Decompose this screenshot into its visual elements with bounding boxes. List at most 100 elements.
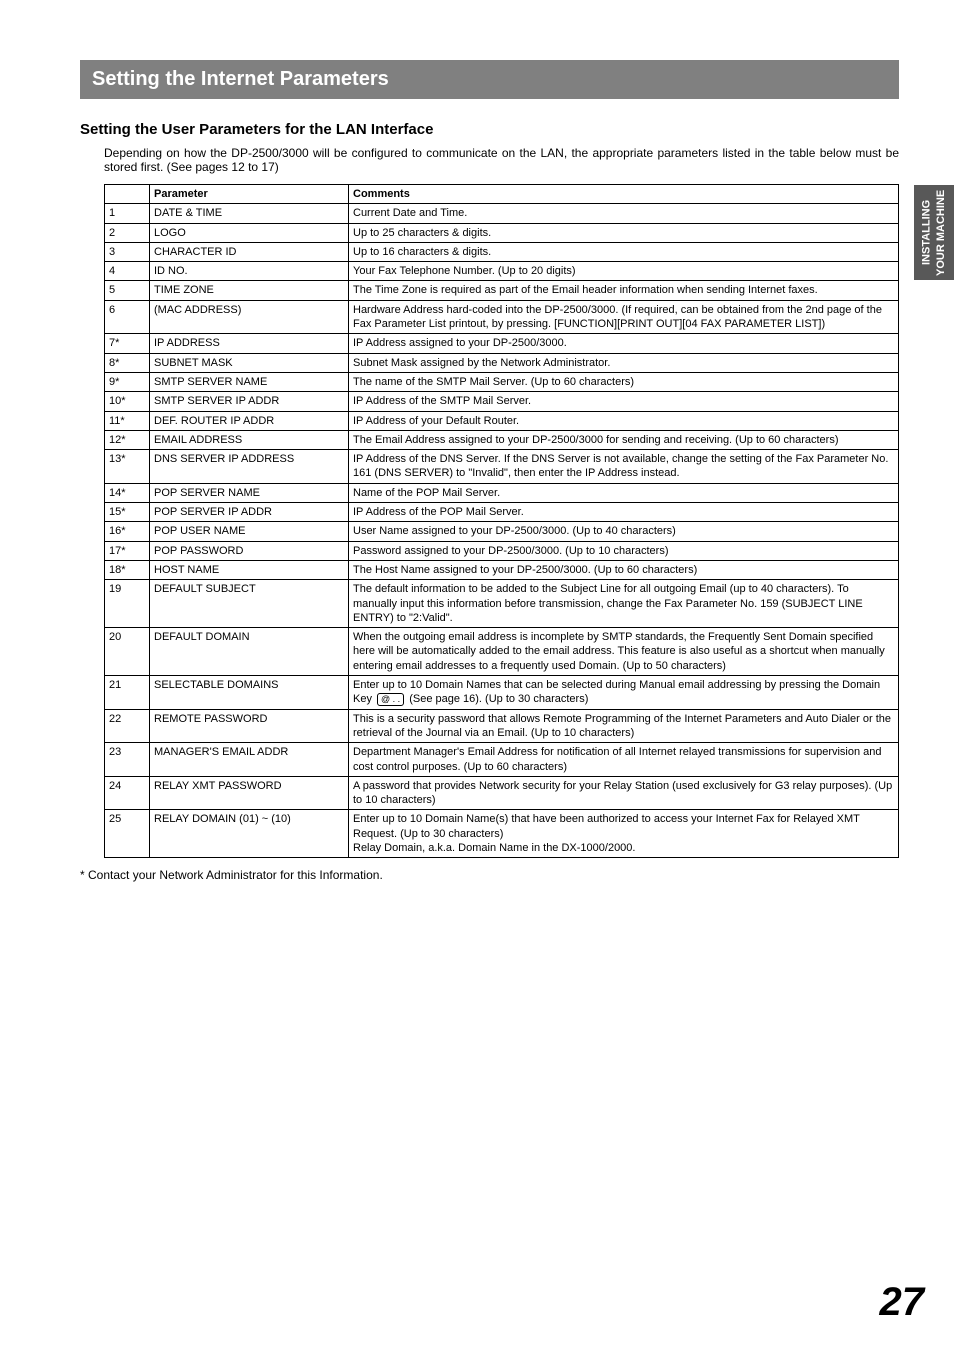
header-parameter: Parameter: [150, 185, 349, 204]
row-parameter: RELAY XMT PASSWORD: [150, 776, 349, 810]
row-parameter: SMTP SERVER NAME: [150, 372, 349, 391]
domain-key-icon: @ . .: [377, 693, 404, 707]
row-parameter: POP SERVER NAME: [150, 483, 349, 502]
table-row: 15*POP SERVER IP ADDRIP Address of the P…: [105, 503, 899, 522]
row-comments: IP Address assigned to your DP-2500/3000…: [349, 334, 899, 353]
table-row: 1DATE & TIMECurrent Date and Time.: [105, 204, 899, 223]
row-number: 22: [105, 709, 150, 743]
table-row: 16*POP USER NAMEUser Name assigned to yo…: [105, 522, 899, 541]
row-comments: IP Address of the POP Mail Server.: [349, 503, 899, 522]
row-comments: Current Date and Time.: [349, 204, 899, 223]
row-number: 24: [105, 776, 150, 810]
table-row: 22REMOTE PASSWORDThis is a security pass…: [105, 709, 899, 743]
row-comments: When the outgoing email address is incom…: [349, 628, 899, 676]
row-parameter: POP USER NAME: [150, 522, 349, 541]
row-parameter: EMAIL ADDRESS: [150, 430, 349, 449]
parameters-table: Parameter Comments 1DATE & TIMECurrent D…: [104, 184, 899, 858]
row-comments: Password assigned to your DP-2500/3000. …: [349, 541, 899, 560]
row-number: 21: [105, 676, 150, 710]
row-parameter: DEFAULT SUBJECT: [150, 580, 349, 628]
section-title-bar: Setting the Internet Parameters: [80, 60, 899, 99]
row-parameter: DNS SERVER IP ADDRESS: [150, 450, 349, 484]
row-number: 16*: [105, 522, 150, 541]
sub-heading: Setting the User Parameters for the LAN …: [80, 121, 899, 138]
intro-text: Depending on how the DP-2500/3000 will b…: [80, 146, 899, 174]
row-parameter: MANAGER'S EMAIL ADDR: [150, 743, 349, 777]
row-comments: Hardware Address hard-coded into the DP-…: [349, 300, 899, 334]
row-number: 5: [105, 281, 150, 300]
row-number: 17*: [105, 541, 150, 560]
table-header-row: Parameter Comments: [105, 185, 899, 204]
table-row: 19DEFAULT SUBJECTThe default information…: [105, 580, 899, 628]
row-number: 7*: [105, 334, 150, 353]
row-number: 13*: [105, 450, 150, 484]
table-row: 12*EMAIL ADDRESSThe Email Address assign…: [105, 430, 899, 449]
row-comments: The default information to be added to t…: [349, 580, 899, 628]
row-number: 12*: [105, 430, 150, 449]
table-row: 10*SMTP SERVER IP ADDRIP Address of the …: [105, 392, 899, 411]
row-number: 15*: [105, 503, 150, 522]
table-row: 20DEFAULT DOMAINWhen the outgoing email …: [105, 628, 899, 676]
row-comments: Up to 25 characters & digits.: [349, 223, 899, 242]
row-parameter: POP PASSWORD: [150, 541, 349, 560]
row-number: 6: [105, 300, 150, 334]
row-number: 11*: [105, 411, 150, 430]
row-number: 4: [105, 262, 150, 281]
row-comments: Up to 16 characters & digits.: [349, 242, 899, 261]
table-row: 25RELAY DOMAIN (01) ~ (10)Enter up to 10…: [105, 810, 899, 858]
row-number: 1: [105, 204, 150, 223]
table-row: 11*DEF. ROUTER IP ADDRIP Address of your…: [105, 411, 899, 430]
table-row: 13*DNS SERVER IP ADDRESSIP Address of th…: [105, 450, 899, 484]
table-row: 21SELECTABLE DOMAINSEnter up to 10 Domai…: [105, 676, 899, 710]
table-row: 18*HOST NAMEThe Host Name assigned to yo…: [105, 560, 899, 579]
row-number: 23: [105, 743, 150, 777]
row-number: 3: [105, 242, 150, 261]
row-parameter: DEF. ROUTER IP ADDR: [150, 411, 349, 430]
row-comments: The Host Name assigned to your DP-2500/3…: [349, 560, 899, 579]
table-row: 9*SMTP SERVER NAMEThe name of the SMTP M…: [105, 372, 899, 391]
row-number: 18*: [105, 560, 150, 579]
header-comments: Comments: [349, 185, 899, 204]
row-comments: IP Address of the SMTP Mail Server.: [349, 392, 899, 411]
table-row: 2LOGOUp to 25 characters & digits.: [105, 223, 899, 242]
row-comments: The name of the SMTP Mail Server. (Up to…: [349, 372, 899, 391]
row-number: 20: [105, 628, 150, 676]
table-row: 5TIME ZONEThe Time Zone is required as p…: [105, 281, 899, 300]
row-number: 25: [105, 810, 150, 858]
table-row: 14*POP SERVER NAMEName of the POP Mail S…: [105, 483, 899, 502]
row-comments: User Name assigned to your DP-2500/3000.…: [349, 522, 899, 541]
row-parameter: IP ADDRESS: [150, 334, 349, 353]
table-row: 17*POP PASSWORDPassword assigned to your…: [105, 541, 899, 560]
page-number: 27: [880, 1280, 925, 1325]
row-parameter: DATE & TIME: [150, 204, 349, 223]
row-parameter: RELAY DOMAIN (01) ~ (10): [150, 810, 349, 858]
row-number: 19: [105, 580, 150, 628]
row-parameter: SUBNET MASK: [150, 353, 349, 372]
row-parameter: POP SERVER IP ADDR: [150, 503, 349, 522]
row-comments: IP Address of the DNS Server. If the DNS…: [349, 450, 899, 484]
row-number: 10*: [105, 392, 150, 411]
row-comments: The Email Address assigned to your DP-25…: [349, 430, 899, 449]
row-comments: IP Address of your Default Router.: [349, 411, 899, 430]
row-parameter: ID NO.: [150, 262, 349, 281]
row-parameter: TIME ZONE: [150, 281, 349, 300]
row-parameter: LOGO: [150, 223, 349, 242]
table-row: 8*SUBNET MASKSubnet Mask assigned by the…: [105, 353, 899, 372]
row-parameter: REMOTE PASSWORD: [150, 709, 349, 743]
row-number: 9*: [105, 372, 150, 391]
table-row: 24RELAY XMT PASSWORDA password that prov…: [105, 776, 899, 810]
header-blank: [105, 185, 150, 204]
row-number: 2: [105, 223, 150, 242]
row-number: 14*: [105, 483, 150, 502]
table-row: 6(MAC ADDRESS)Hardware Address hard-code…: [105, 300, 899, 334]
row-comments: This is a security password that allows …: [349, 709, 899, 743]
row-comments: The Time Zone is required as part of the…: [349, 281, 899, 300]
row-comments: Name of the POP Mail Server.: [349, 483, 899, 502]
row-comments: Department Manager's Email Address for n…: [349, 743, 899, 777]
table-row: 23MANAGER'S EMAIL ADDRDepartment Manager…: [105, 743, 899, 777]
table-row: 4ID NO.Your Fax Telephone Number. (Up to…: [105, 262, 899, 281]
table-row: 7*IP ADDRESSIP Address assigned to your …: [105, 334, 899, 353]
row-parameter: DEFAULT DOMAIN: [150, 628, 349, 676]
footnote: * Contact your Network Administrator for…: [80, 868, 899, 882]
row-number: 8*: [105, 353, 150, 372]
